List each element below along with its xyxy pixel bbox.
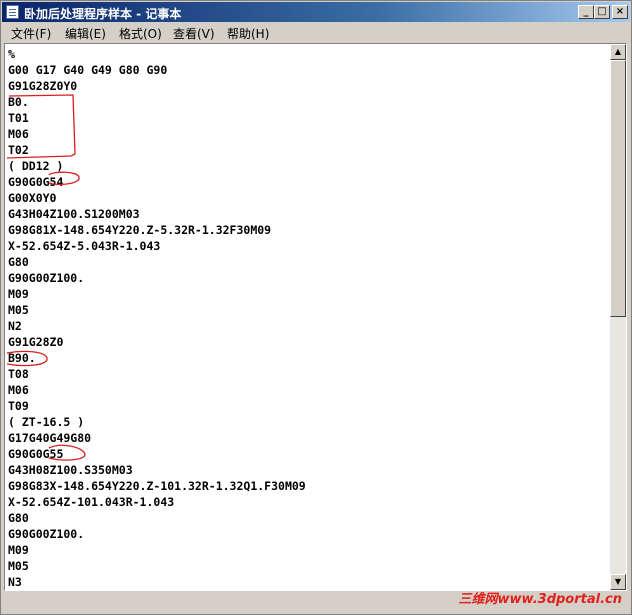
- code-line: M06: [8, 127, 29, 141]
- code-line: G90G0G55: [8, 447, 64, 461]
- code-line: G98G81X-148.654Y220.Z-5.32R-1.32F30M09: [8, 223, 272, 237]
- code-line: N2: [8, 319, 22, 333]
- code-line: G90G0G54: [8, 175, 64, 189]
- site-watermark: 三维网www.3dportal.cn: [458, 592, 622, 607]
- code-line: N3: [8, 575, 22, 589]
- menu-format[interactable]: 格式(O): [119, 25, 162, 42]
- window-title: 卧加后处理程序样本 - 记事本: [24, 7, 182, 21]
- menu-help[interactable]: 帮助(H): [227, 25, 269, 42]
- close-button[interactable]: ×: [612, 5, 628, 19]
- menu-file[interactable]: 文件(F): [11, 25, 51, 42]
- code-line: G98G83X-148.654Y220.Z-101.32R-1.32Q1.F30…: [8, 479, 306, 493]
- scroll-up-icon[interactable]: ▲: [610, 44, 626, 60]
- code-line: G91G28Z0Y0: [8, 79, 78, 93]
- code-line: G90G00Z100.: [8, 527, 85, 541]
- title-bar[interactable]: 卧加后处理程序样本 - 记事本 _ □ ×: [2, 2, 630, 22]
- code-line: T02: [8, 143, 29, 157]
- code-line: G90G00Z100.: [8, 271, 85, 285]
- minimize-button[interactable]: _: [578, 5, 594, 19]
- code-line: ( ZT-16.5 ): [8, 415, 85, 429]
- text-area[interactable]: % G00 G17 G40 G49 G80 G90 G91G28Z0Y0 B0.…: [8, 46, 608, 590]
- code-line: X-52.654Z-101.043R-1.043: [8, 495, 175, 509]
- vertical-scrollbar[interactable]: ▲ ▼: [610, 44, 626, 590]
- code-line: M09: [8, 543, 29, 557]
- bottom-area: 三维网www.3dportal.cn: [2, 592, 630, 614]
- code-line: ( DD12 ): [8, 159, 64, 173]
- menu-edit[interactable]: 编辑(E): [65, 25, 106, 42]
- menu-bar: 文件(F) 编辑(E) 格式(O) 查看(V) 帮助(H): [2, 23, 630, 42]
- maximize-button[interactable]: □: [594, 5, 610, 19]
- code-line: X-52.654Z-5.043R-1.043: [8, 239, 161, 253]
- code-line: G80: [8, 255, 29, 269]
- text-editor[interactable]: % G00 G17 G40 G49 G80 G90 G91G28Z0Y0 B0.…: [4, 43, 627, 591]
- code-line: G00X0Y0: [8, 191, 57, 205]
- scroll-thumb[interactable]: [610, 60, 626, 317]
- code-line: G80: [8, 511, 29, 525]
- code-line: G17G40G49G80: [8, 431, 92, 445]
- code-line: G43H04Z100.S1200M03: [8, 207, 140, 221]
- code-line: T09: [8, 399, 29, 413]
- code-line: T08: [8, 367, 29, 381]
- notepad-window: 卧加后处理程序样本 - 记事本 _ □ × 文件(F) 编辑(E) 格式(O) …: [0, 0, 632, 615]
- code-line: B90.: [8, 351, 36, 365]
- code-line: M06: [8, 383, 29, 397]
- code-line: T01: [8, 111, 29, 125]
- code-line: %: [8, 47, 15, 61]
- menu-view[interactable]: 查看(V): [173, 25, 215, 42]
- notepad-icon[interactable]: [6, 5, 19, 19]
- code-line: G91G28Z0: [8, 335, 64, 349]
- code-line: B0.: [8, 95, 29, 109]
- code-line: M05: [8, 559, 29, 573]
- code-line: G00 G17 G40 G49 G80 G90: [8, 63, 168, 77]
- code-line: M05: [8, 303, 29, 317]
- code-line: G43H08Z100.S350M03: [8, 463, 133, 477]
- code-line: M09: [8, 287, 29, 301]
